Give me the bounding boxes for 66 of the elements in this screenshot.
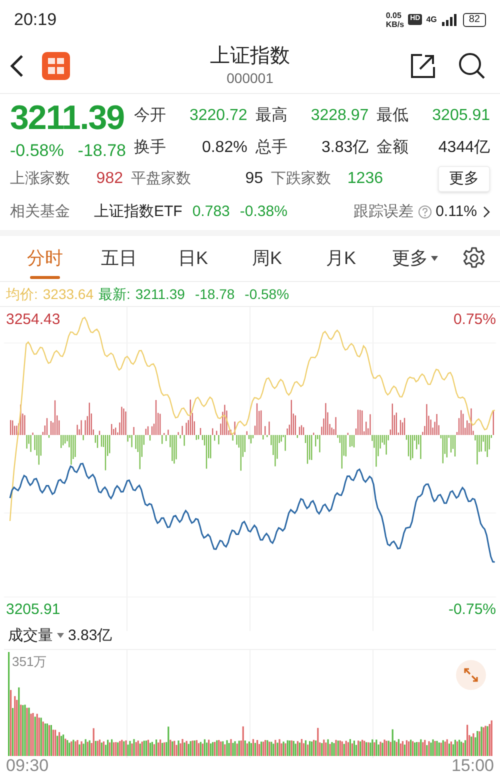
- breadth-value: 95: [245, 169, 263, 190]
- share-button[interactable]: [410, 52, 436, 79]
- stat-value: 4344亿: [437, 138, 490, 158]
- help-icon[interactable]: [418, 205, 432, 220]
- start-time: 09:30: [6, 755, 49, 778]
- fund-change: -0.38%: [240, 202, 288, 222]
- stat-label: 总手: [255, 138, 288, 158]
- chart-tab[interactable]: 五日: [82, 235, 156, 282]
- breadth-label: 下跌家数: [271, 168, 332, 189]
- battery-indicator: 82: [462, 12, 486, 26]
- fund-name-link[interactable]: 上证指数ETF: [94, 201, 182, 224]
- stat-value: 0.82%: [200, 138, 248, 158]
- stat-value: 3220.72: [188, 106, 248, 126]
- max-volume: 351万: [12, 652, 47, 671]
- chart-tab[interactable]: 更多: [378, 235, 452, 282]
- stat-label: 今开: [134, 106, 167, 126]
- latest-change: -18.78: [194, 284, 235, 304]
- status-time: 20:19: [14, 8, 57, 31]
- chart-tab[interactable]: 日K: [156, 235, 230, 282]
- more-button[interactable]: 更多: [438, 166, 490, 192]
- average-price-label: 均价:: [6, 284, 38, 304]
- chevron-right-icon[interactable]: [483, 206, 490, 218]
- tracking-error-value: 0.11%: [436, 202, 477, 222]
- latest-price: 3211.39: [135, 284, 185, 304]
- app-logo-icon: [42, 52, 70, 80]
- chart-tab[interactable]: 月K: [304, 235, 378, 282]
- network-speed: 0.05: [386, 10, 402, 20]
- volume-total: 3.83亿: [68, 626, 112, 646]
- stat-value: 3228.97: [310, 106, 369, 126]
- stat-label: 最低: [376, 106, 410, 126]
- fund-label: 相关基金: [10, 202, 70, 222]
- breadth-label: 平盘家数: [131, 168, 192, 189]
- change-value: -18.78: [78, 140, 126, 162]
- stat-label: 换手: [134, 138, 167, 158]
- change-percent: -0.58%: [10, 140, 64, 162]
- latest-price-label: 最新:: [98, 284, 130, 304]
- expand-icon: [463, 666, 479, 683]
- high-price: 3254.43: [6, 310, 60, 330]
- speed-unit: KB/s: [386, 20, 404, 28]
- settings-button[interactable]: [462, 246, 486, 270]
- low-price: 3205.91: [6, 600, 60, 620]
- breadth-label: 上涨家数: [10, 168, 71, 189]
- page-title: 上证指数: [210, 44, 290, 69]
- low-percent: -0.75%: [448, 600, 496, 620]
- network-type: 4G: [426, 14, 437, 26]
- chart-tab[interactable]: 分时: [8, 235, 82, 282]
- stat-value: 3.83亿: [320, 138, 369, 158]
- chart-tab[interactable]: 周K: [230, 235, 304, 282]
- last-price: 3211.39: [10, 98, 126, 138]
- stat-label: 金额: [376, 138, 410, 158]
- tracking-error-label: 跟踪误差: [354, 202, 414, 222]
- end-time: 15:00: [451, 755, 494, 778]
- average-price: 3233.64: [42, 284, 94, 304]
- fund-price: 0.783: [192, 202, 230, 222]
- breadth-value: 1236: [347, 169, 383, 190]
- latest-change-percent: -0.58%: [244, 284, 290, 304]
- stat-value: 3205.91: [431, 106, 490, 126]
- signal-icon: [440, 14, 457, 26]
- caret-icon[interactable]: [57, 633, 64, 638]
- high-percent: 0.75%: [453, 310, 496, 330]
- volume-label: 成交量: [8, 626, 53, 646]
- stat-label: 最高: [255, 106, 288, 126]
- breadth-value: 982: [96, 169, 123, 190]
- expand-button[interactable]: [456, 660, 486, 690]
- stock-code: 000001: [226, 69, 274, 87]
- search-button[interactable]: [458, 52, 486, 80]
